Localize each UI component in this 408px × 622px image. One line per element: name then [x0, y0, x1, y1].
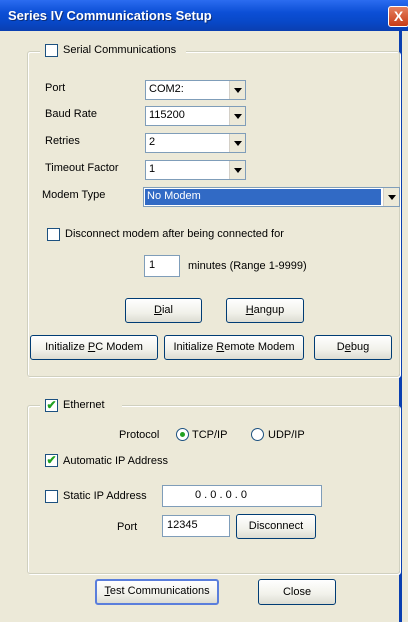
timeout-label: Timeout Factor: [45, 162, 119, 174]
udp-radio[interactable]: [251, 428, 264, 441]
hangup-label-key: H: [245, 304, 254, 316]
baud-value: 115200: [149, 109, 185, 121]
chevron-down-icon[interactable]: [229, 107, 245, 125]
eth-disconnect-button[interactable]: Disconnect: [236, 514, 316, 539]
static-ip-checkbox[interactable]: [45, 490, 58, 503]
chevron-down-icon[interactable]: [229, 81, 245, 99]
check-icon: ✔: [46, 453, 57, 467]
retries-label: Retries: [45, 135, 80, 147]
init-pc-label-post: C Modem: [95, 341, 143, 353]
hangup-label-post: angup: [253, 304, 285, 316]
timeout-value: 1: [149, 163, 156, 175]
radio-dot-icon: [180, 432, 185, 437]
dial-label-key: D: [154, 304, 162, 316]
udp-label: UDP/IP: [268, 429, 305, 441]
eth-port-input[interactable]: 12345: [162, 515, 230, 537]
modem-type-value: No Modem: [145, 189, 381, 205]
check-icon: ✔: [46, 398, 57, 412]
port-value: COM2:: [149, 83, 184, 95]
window-close-button[interactable]: X: [388, 6, 408, 27]
auto-ip-checkbox[interactable]: ✔: [45, 454, 58, 467]
init-pc-label-pre: Initialize: [45, 341, 88, 353]
port-label: Port: [45, 82, 66, 94]
window-title: Series IV Communications Setup: [8, 8, 212, 23]
debug-label-post: bug: [350, 341, 370, 353]
test-communications-button[interactable]: Test Communications: [95, 579, 219, 605]
chevron-down-icon[interactable]: [229, 134, 245, 152]
static-ip-input[interactable]: 0 . 0 . 0 . 0: [162, 485, 322, 507]
tcp-label: TCP/IP: [192, 429, 228, 441]
tcp-radio[interactable]: [176, 428, 189, 441]
ethernet-checkbox[interactable]: ✔: [45, 399, 58, 412]
timeout-select[interactable]: 1: [145, 160, 246, 180]
init-remote-label-post: emote Modem: [224, 341, 295, 353]
disconnect-modem-label: Disconnect modem after being connected f…: [65, 228, 284, 240]
port-select[interactable]: COM2:: [145, 80, 246, 100]
debug-button[interactable]: Debug: [314, 335, 392, 360]
retries-value: 2: [149, 136, 156, 148]
retries-select[interactable]: 2: [145, 133, 246, 153]
eth-port-label: Port: [117, 521, 138, 533]
chevron-down-icon[interactable]: [229, 161, 245, 179]
modem-type-select[interactable]: No Modem: [143, 187, 400, 207]
protocol-label: Protocol: [119, 429, 160, 441]
close-button[interactable]: Close: [258, 579, 336, 605]
baud-select[interactable]: 115200: [145, 106, 246, 126]
auto-ip-label: Automatic IP Address: [63, 455, 168, 467]
dial-button[interactable]: Dial: [125, 298, 202, 323]
minutes-label: minutes (Range 1-9999): [188, 260, 307, 272]
modem-type-label: Modem Type: [42, 189, 106, 201]
dial-label-post: ial: [161, 304, 173, 316]
chevron-down-icon[interactable]: [383, 188, 399, 206]
serial-checkbox[interactable]: [45, 44, 58, 57]
minutes-input[interactable]: 1: [144, 255, 180, 277]
baud-label: Baud Rate: [45, 108, 97, 120]
disconnect-modem-checkbox[interactable]: [47, 228, 60, 241]
init-remote-label-pre: Initialize: [173, 341, 217, 353]
serial-label: Serial Communications: [63, 44, 177, 56]
initialize-pc-modem-button[interactable]: Initialize PC Modem: [30, 335, 158, 360]
static-ip-label: Static IP Address: [63, 490, 147, 502]
ethernet-label: Ethernet: [63, 399, 105, 411]
hangup-button[interactable]: Hangup: [226, 298, 304, 323]
test-label-post: est Communications: [109, 585, 210, 597]
debug-label-pre: D: [336, 341, 345, 353]
initialize-remote-modem-button[interactable]: Initialize Remote Modem: [164, 335, 304, 360]
